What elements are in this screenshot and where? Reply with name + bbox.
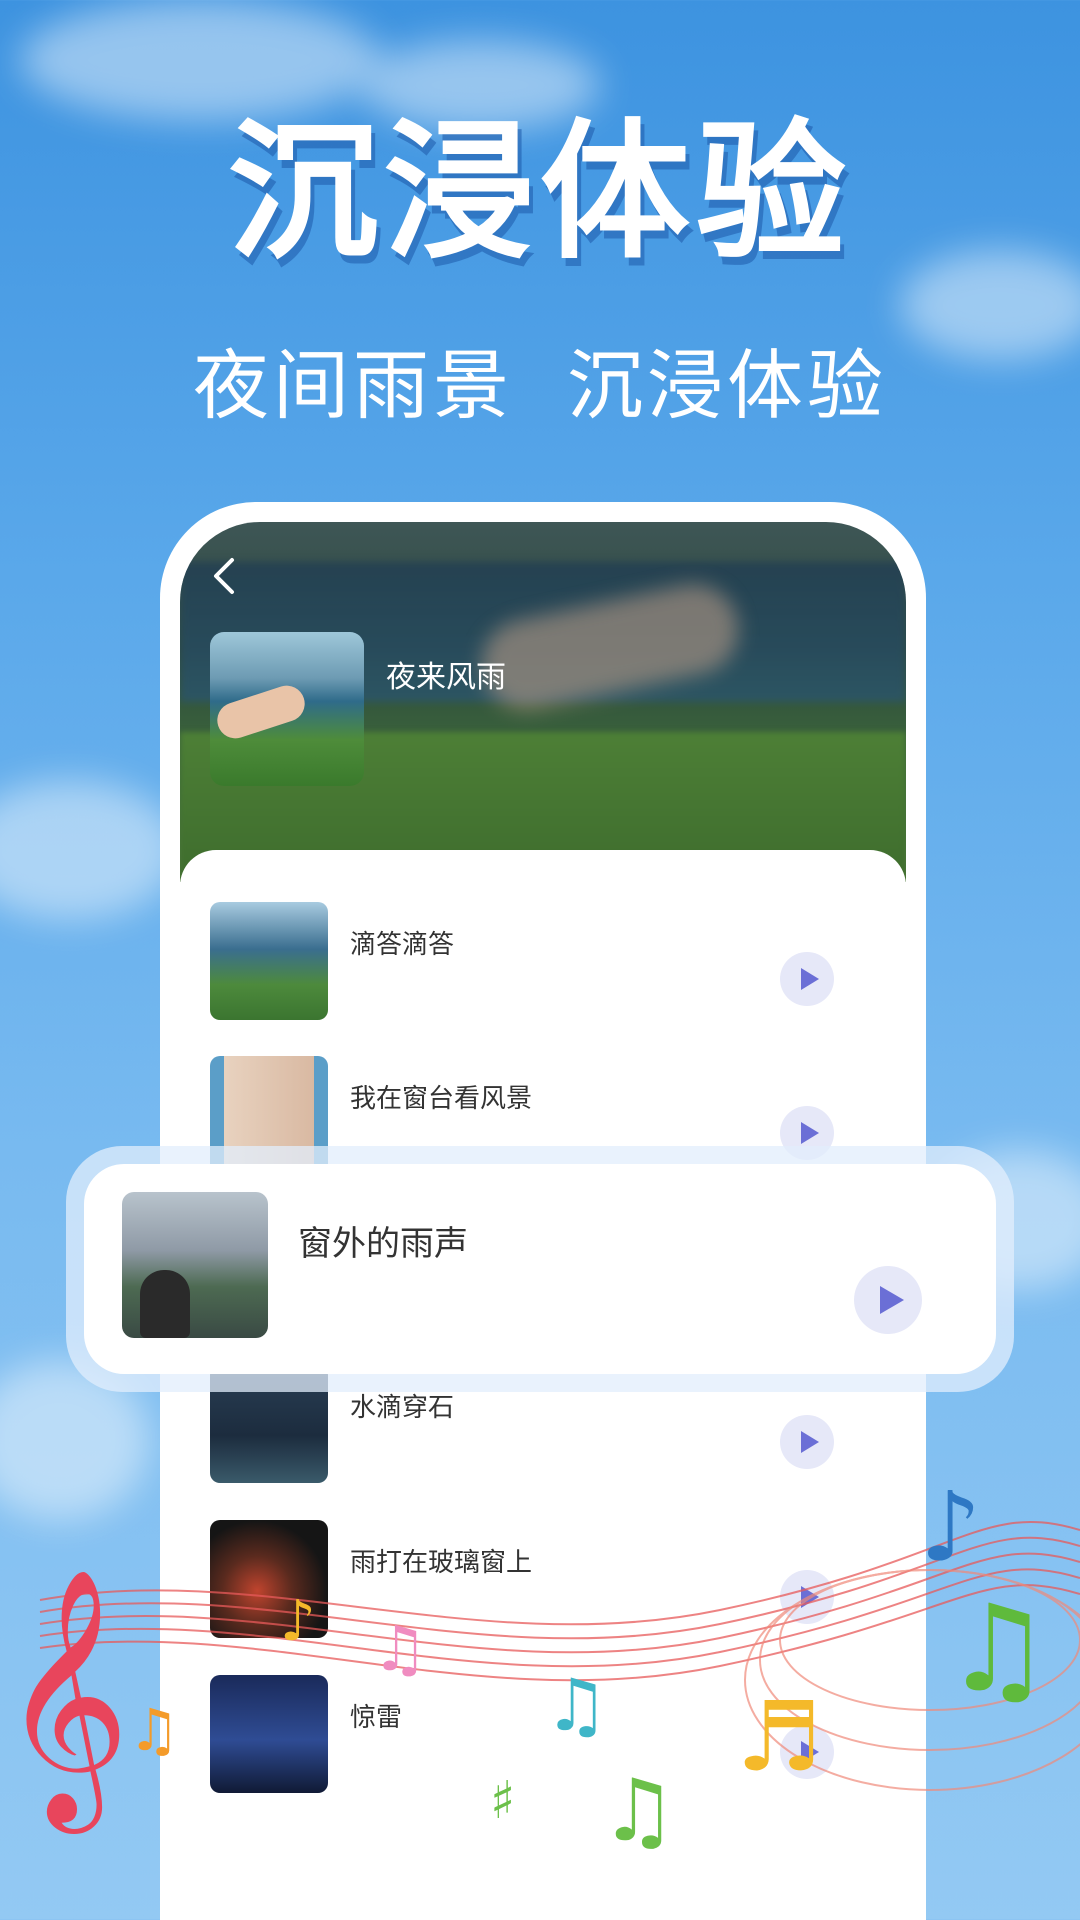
music-note-icon: ♪: [920, 1471, 981, 1583]
track-thumbnail: [210, 1520, 328, 1638]
track-title: 雨打在玻璃窗上: [350, 1548, 533, 1578]
chevron-left-icon: [214, 558, 234, 594]
music-note-icon: ♫: [944, 1580, 1052, 1719]
cloud: [20, 0, 380, 120]
album-title: 夜来风雨: [386, 660, 506, 695]
track-thumbnail: [210, 1675, 328, 1793]
featured-track-card[interactable]: 窗外的雨声: [66, 1146, 1014, 1392]
play-button[interactable]: [780, 952, 834, 1006]
play-button[interactable]: [780, 1570, 834, 1624]
featured-track-title: 窗外的雨声: [298, 1224, 468, 1264]
hero-title: 沉浸体验: [227, 106, 852, 280]
track-title: 水滴穿石: [350, 1393, 455, 1423]
featured-track-thumbnail: [122, 1192, 268, 1338]
hero-subtitle: 夜间雨景 沉浸体验: [0, 348, 1080, 424]
hero-subtitle-right: 沉浸体验: [567, 341, 887, 430]
play-button[interactable]: [780, 1725, 834, 1779]
list-item[interactable]: 滴答滴答: [180, 902, 906, 1020]
treble-clef-icon: 𝄞: [0, 1566, 130, 1834]
back-button[interactable]: [208, 554, 248, 602]
track-title: 我在窗台看风景: [350, 1084, 533, 1114]
track-thumbnail: [210, 902, 328, 1020]
featured-thumbnail-person: [140, 1270, 190, 1338]
track-title: 滴答滴答: [350, 930, 455, 960]
featured-track-inner: 窗外的雨声: [84, 1164, 996, 1374]
play-button[interactable]: [780, 1415, 834, 1469]
album-cover-hand: [212, 680, 310, 744]
hero-subtitle-left: 夜间雨景: [193, 341, 513, 430]
track-title: 惊雷: [350, 1703, 403, 1733]
list-item[interactable]: 惊雷: [180, 1675, 906, 1793]
list-item[interactable]: 雨打在玻璃窗上: [180, 1520, 906, 1638]
album-cover: [210, 632, 364, 786]
cloud: [0, 780, 180, 920]
featured-play-button[interactable]: [854, 1266, 922, 1334]
player-header: 夜来风雨: [180, 522, 906, 882]
